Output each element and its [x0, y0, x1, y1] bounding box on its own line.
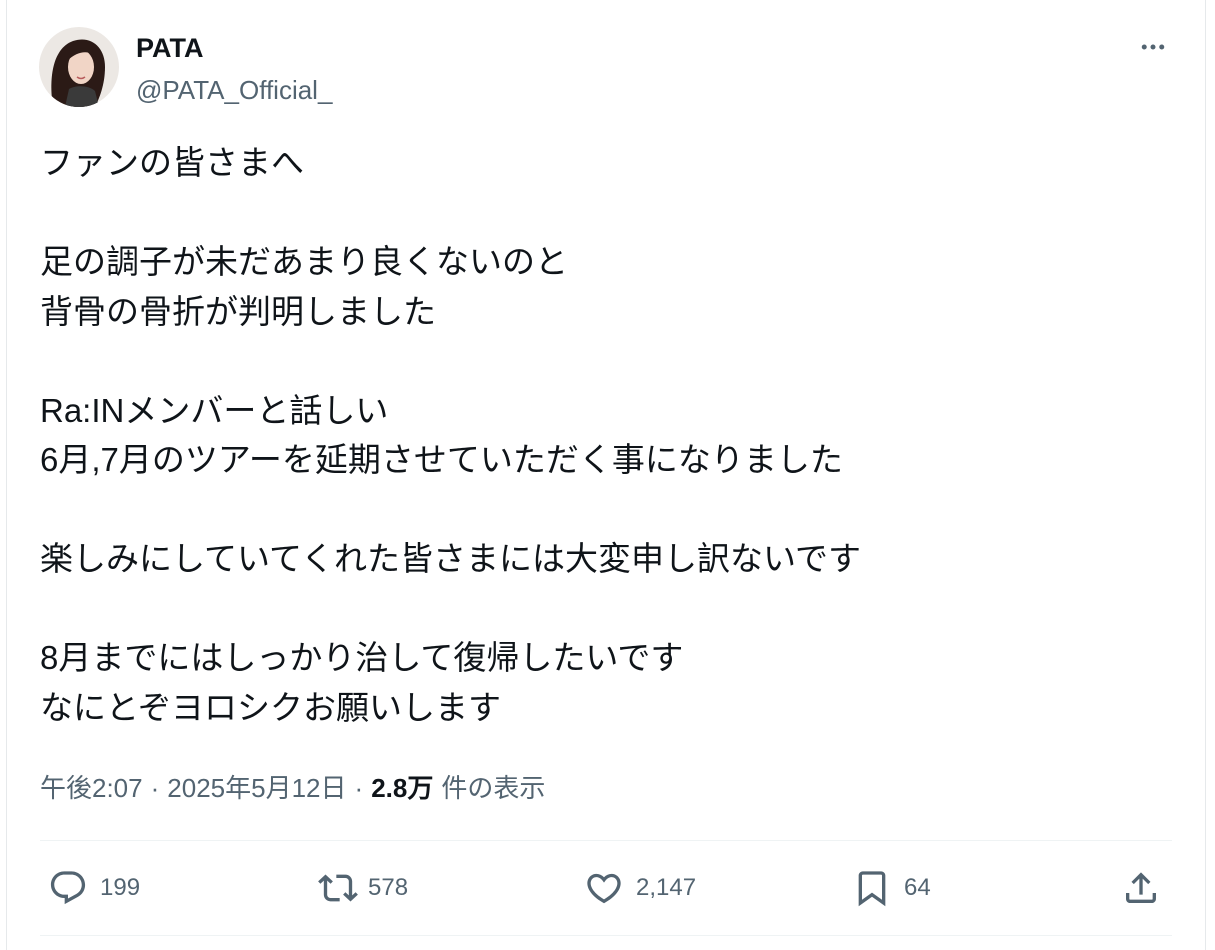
- reply-button[interactable]: 199: [48, 864, 140, 912]
- bookmark-button[interactable]: 64: [852, 864, 931, 912]
- tweet-date[interactable]: 2025年5月12日: [167, 773, 346, 803]
- tweet-line: 足の調子が未だあまり良くないのと: [40, 243, 568, 280]
- tweet-paragraph: 足の調子が未だあまり良くないのと 背骨の骨折が判明しました: [40, 237, 1170, 336]
- tweet-paragraph: 楽しみにしていてくれた皆さまには大変申し訳ないです: [40, 534, 1170, 584]
- retweet-button[interactable]: 578: [318, 864, 408, 912]
- more-icon: [1141, 44, 1165, 50]
- avatar-image: [39, 27, 119, 107]
- view-count-label: 件の表示: [441, 773, 546, 803]
- bookmark-icon: [858, 871, 886, 907]
- tweet-text: ファンの皆さまへ 足の調子が未だあまり良くないのと 背骨の骨折が判明しました R…: [40, 138, 1170, 732]
- tweet-time[interactable]: 午後2:07: [40, 773, 143, 803]
- user-display-name[interactable]: PATA: [136, 30, 204, 66]
- tweet-line: 背骨の骨折が判明しました: [40, 292, 436, 330]
- tweet-paragraph: ファンの皆さまへ: [40, 138, 1170, 188]
- tweet-line: Ra:INメンバーと話しい: [40, 391, 389, 429]
- meta-separator: ·: [150, 773, 160, 803]
- tweet-line: なにとぞヨロシクお願いします: [40, 688, 502, 726]
- user-handle[interactable]: @PATA_Official_: [136, 72, 332, 108]
- divider: [40, 840, 1172, 841]
- retweet-count: 578: [368, 874, 409, 901]
- bookmark-count: 64: [904, 874, 931, 901]
- tweet-line: ファンの皆さまへ: [40, 144, 304, 181]
- share-icon: [1126, 872, 1156, 903]
- tweet-page: PATA @PATA_Official_ ファンの皆さまへ 足の調子が未だあまり…: [0, 0, 1215, 950]
- reply-icon: [50, 871, 86, 905]
- divider: [40, 935, 1172, 936]
- tweet-line: 8月までにはしっかり治して復帰したいです: [40, 639, 684, 676]
- avatar[interactable]: [39, 27, 119, 107]
- view-count: 2.8万: [371, 773, 434, 803]
- share-button[interactable]: [1121, 864, 1161, 912]
- heart-icon: [587, 873, 621, 904]
- tweet-meta: 午後2:07 · 2025年5月12日 · 2.8万 件の表示: [40, 770, 545, 806]
- tweet-paragraph: Ra:INメンバーと話しい 6月,7月のツアーを延期させていただく事になりました: [40, 386, 1170, 485]
- tweet-paragraph: 8月までにはしっかり治して復帰したいです なにとぞヨロシクお願いします: [40, 633, 1170, 732]
- meta-separator: ·: [354, 773, 364, 803]
- tweet-line: 楽しみにしていてくれた皆さまには大変申し訳ないです: [40, 540, 862, 577]
- tweet-line: 6月,7月のツアーを延期させていただく事になりました: [40, 441, 843, 478]
- like-count: 2,147: [636, 874, 697, 901]
- reply-count: 199: [100, 874, 141, 901]
- retweet-icon: [318, 874, 358, 902]
- more-options-button[interactable]: [1136, 30, 1170, 64]
- like-button[interactable]: 2,147: [584, 864, 696, 912]
